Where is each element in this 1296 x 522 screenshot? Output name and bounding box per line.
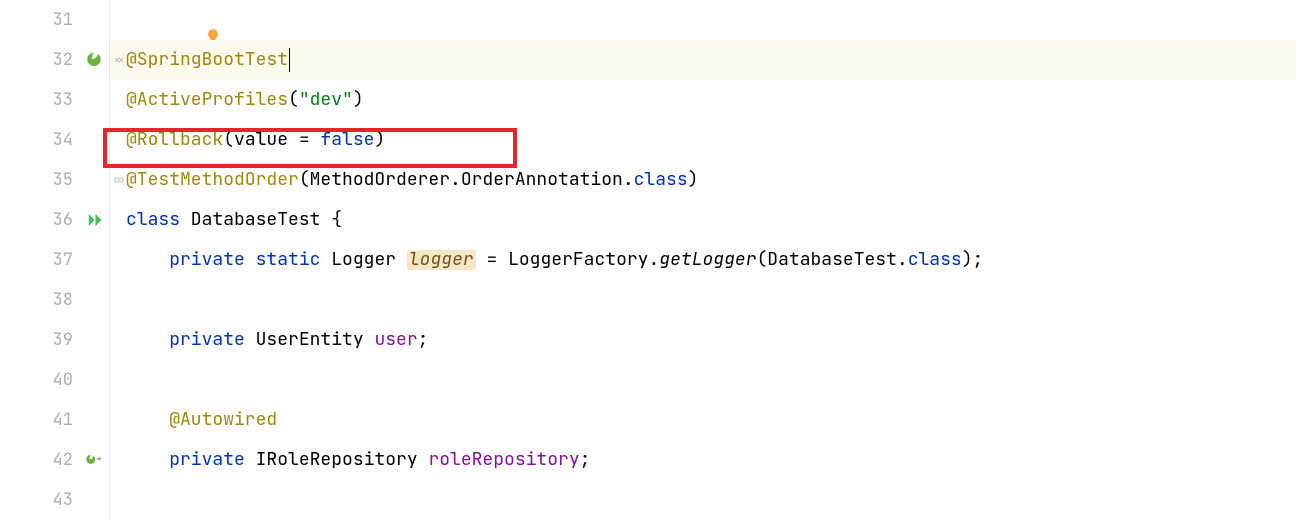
gutter-row[interactable]: 31 bbox=[0, 0, 109, 40]
autowired-bean-icon[interactable] bbox=[85, 451, 103, 469]
paren-token: ) bbox=[374, 131, 385, 149]
type-token: UserEntity bbox=[256, 331, 364, 349]
param-token: value = bbox=[234, 131, 320, 149]
paren-token: ( bbox=[288, 91, 299, 109]
spring-leaf-icon[interactable] bbox=[85, 51, 103, 69]
text-token: ); bbox=[962, 251, 984, 269]
code-line[interactable]: private IRoleRepository roleRepository; bbox=[110, 440, 1296, 480]
keyword-token: private bbox=[169, 451, 245, 469]
gutter-row[interactable]: 39 bbox=[0, 320, 109, 360]
keyword-token: class bbox=[908, 251, 962, 269]
text-token: = LoggerFactory. bbox=[476, 251, 660, 269]
code-line[interactable] bbox=[110, 480, 1296, 520]
gutter-icon-slot bbox=[85, 11, 103, 29]
gutter-row[interactable]: 32 bbox=[0, 40, 109, 80]
code-line[interactable]: @TestMethodOrder(MethodOrderer.OrderAnno… bbox=[110, 160, 1296, 200]
annotation-token: @TestMethodOrder bbox=[126, 171, 299, 189]
gutter-row[interactable]: 42 bbox=[0, 440, 109, 480]
line-number: 41 bbox=[53, 412, 81, 429]
gutter-row[interactable]: 37 bbox=[0, 240, 109, 280]
code-line[interactable] bbox=[110, 360, 1296, 400]
keyword-token: false bbox=[320, 131, 374, 149]
string-token: "dev" bbox=[299, 91, 353, 109]
gutter-row[interactable]: 35 bbox=[0, 160, 109, 200]
gutter-row[interactable]: 33 bbox=[0, 80, 109, 120]
type-token: IRoleRepository bbox=[256, 451, 418, 469]
gutter-icon-slot bbox=[85, 91, 103, 109]
semicolon-token: ; bbox=[418, 331, 429, 349]
line-number: 37 bbox=[53, 252, 81, 269]
gutter-icon-slot bbox=[85, 331, 103, 349]
gutter-row[interactable]: 40 bbox=[0, 360, 109, 400]
code-line[interactable] bbox=[110, 0, 1296, 40]
keyword-token: class bbox=[126, 211, 180, 229]
code-line[interactable]: @Rollback(value = false) bbox=[110, 120, 1296, 160]
line-number: 35 bbox=[53, 172, 81, 189]
editor-gutter: 31 32 33 34 35 36 37 38 39 40 bbox=[0, 0, 110, 520]
keyword-token: private bbox=[169, 331, 245, 349]
gutter-row[interactable]: 43 bbox=[0, 480, 109, 520]
code-line-current[interactable]: @SpringBootTest bbox=[110, 40, 1296, 80]
code-line[interactable]: @Autowired bbox=[110, 400, 1296, 440]
line-number: 40 bbox=[53, 372, 81, 389]
gutter-icon-slot bbox=[85, 371, 103, 389]
semicolon-token: ; bbox=[580, 451, 591, 469]
line-number: 43 bbox=[53, 492, 81, 509]
code-line[interactable]: @ActiveProfiles("dev") bbox=[110, 80, 1296, 120]
gutter-row[interactable]: 34 bbox=[0, 120, 109, 160]
gutter-icon-slot bbox=[85, 291, 103, 309]
annotation-token: @SpringBootTest bbox=[126, 51, 288, 69]
paren-token: ) bbox=[353, 91, 364, 109]
line-number: 39 bbox=[53, 332, 81, 349]
gutter-icon-slot bbox=[85, 411, 103, 429]
line-number: 33 bbox=[53, 92, 81, 109]
static-method-token: getLogger bbox=[659, 251, 756, 269]
paren-token: ( bbox=[223, 131, 234, 149]
type-token: DatabaseTest bbox=[180, 211, 331, 229]
code-line[interactable]: private UserEntity user; bbox=[110, 320, 1296, 360]
line-number: 32 bbox=[53, 52, 81, 69]
code-line[interactable] bbox=[110, 280, 1296, 320]
gutter-row[interactable]: 38 bbox=[0, 280, 109, 320]
paren-token: ( bbox=[299, 171, 310, 189]
type-token: MethodOrderer.OrderAnnotation. bbox=[310, 171, 634, 189]
line-number: 31 bbox=[53, 12, 81, 29]
keyword-token: private bbox=[169, 251, 245, 269]
run-tests-icon[interactable] bbox=[85, 211, 103, 229]
gutter-icon-slot bbox=[85, 251, 103, 269]
annotation-token: @ActiveProfiles bbox=[126, 91, 288, 109]
line-number: 38 bbox=[53, 292, 81, 309]
gutter-icon-slot bbox=[85, 131, 103, 149]
line-number: 36 bbox=[53, 212, 81, 229]
gutter-icon-slot bbox=[85, 171, 103, 189]
text-token: (DatabaseTest. bbox=[757, 251, 908, 269]
keyword-token: static bbox=[256, 251, 321, 269]
field-token: roleRepository bbox=[428, 451, 579, 469]
code-line[interactable]: class DatabaseTest { bbox=[110, 200, 1296, 240]
fold-collapse-icon[interactable] bbox=[112, 55, 126, 65]
field-token: user bbox=[374, 331, 417, 349]
annotation-token: @Autowired bbox=[169, 411, 277, 429]
gutter-row[interactable]: 41 bbox=[0, 400, 109, 440]
keyword-token: class bbox=[634, 171, 688, 189]
code-line[interactable]: private static Logger logger = LoggerFac… bbox=[110, 240, 1296, 280]
field-highlight-token: logger bbox=[407, 250, 476, 270]
fold-collapse-icon[interactable] bbox=[112, 175, 126, 185]
line-number: 34 bbox=[53, 132, 81, 149]
gutter-row[interactable]: 36 bbox=[0, 200, 109, 240]
annotation-token: @Rollback bbox=[126, 131, 223, 149]
paren-token: ) bbox=[688, 171, 699, 189]
code-editor[interactable]: @SpringBootTest @ActiveProfiles("dev") @… bbox=[110, 0, 1296, 520]
type-token: Logger bbox=[331, 251, 396, 269]
brace-token: { bbox=[331, 211, 342, 229]
line-number: 42 bbox=[53, 452, 81, 469]
text-cursor bbox=[289, 48, 290, 72]
gutter-icon-slot bbox=[85, 491, 103, 509]
